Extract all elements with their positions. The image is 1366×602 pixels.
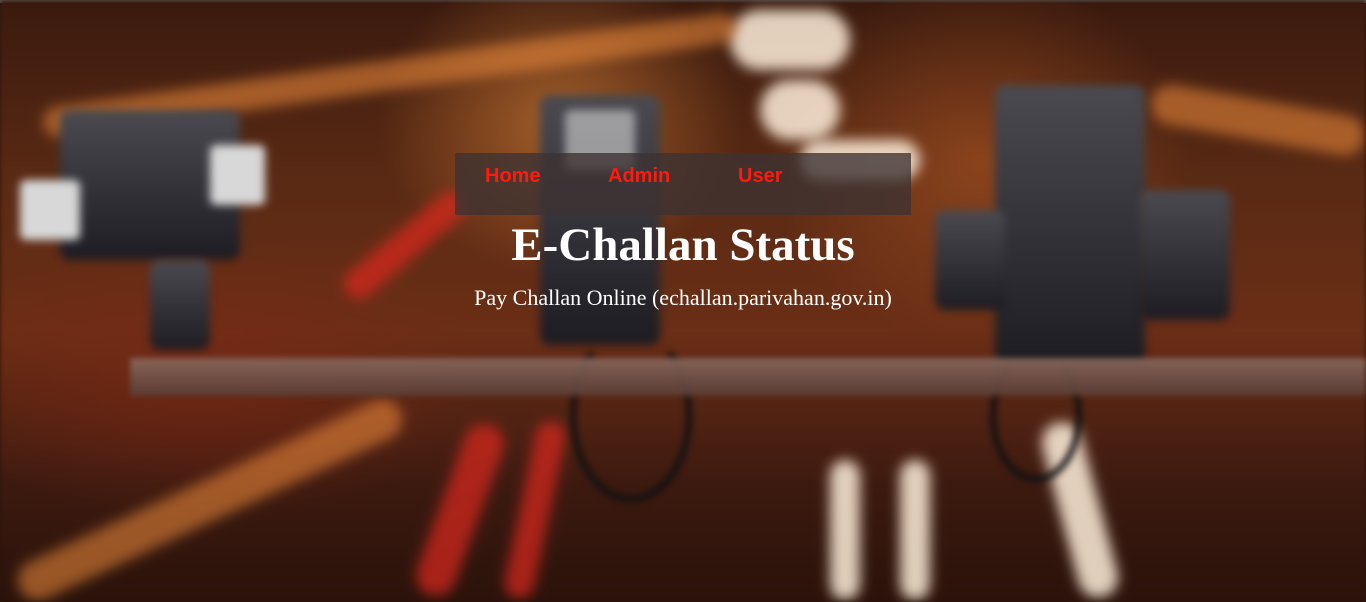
nav-link-user[interactable]: User — [738, 165, 782, 188]
camera-mount-bar — [130, 358, 1366, 396]
main-nav: Home Admin User — [455, 153, 911, 215]
nav-link-home[interactable]: Home — [485, 165, 541, 188]
page-title: E-Challan Status — [511, 219, 855, 271]
page-subtitle: Pay Challan Online (echallan.parivahan.g… — [474, 285, 892, 310]
nav-link-admin[interactable]: Admin — [608, 165, 670, 188]
